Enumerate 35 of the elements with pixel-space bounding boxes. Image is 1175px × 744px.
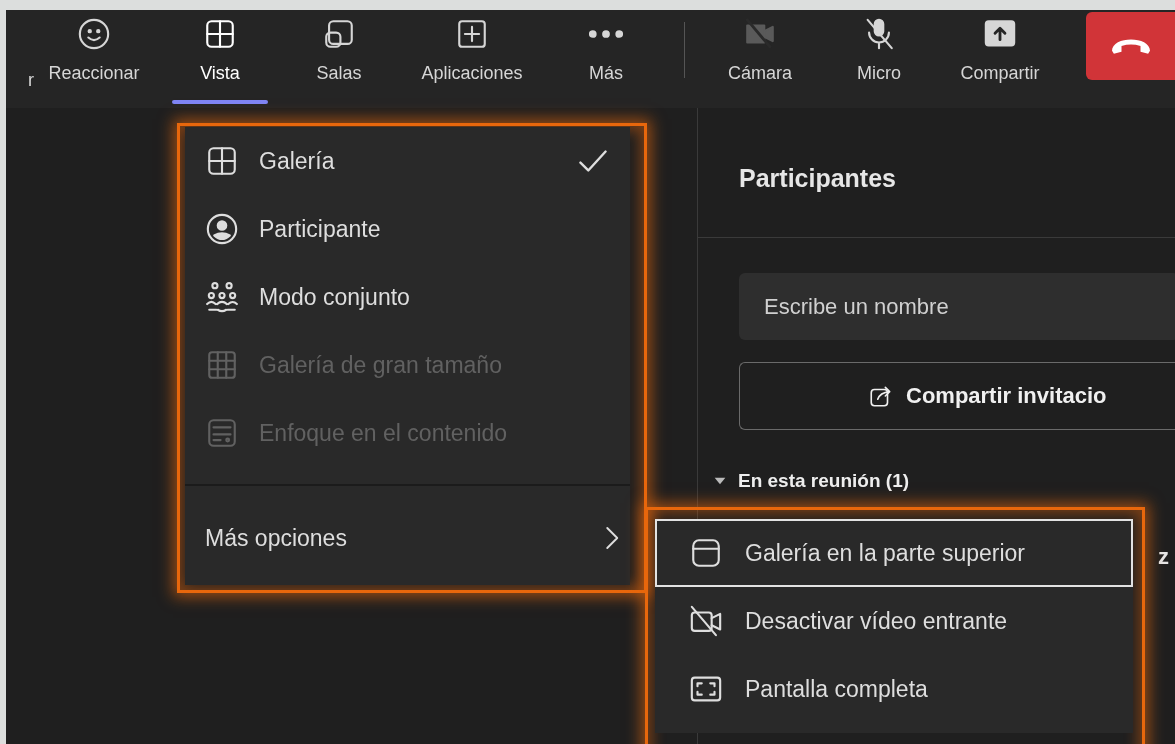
toolbar-button[interactable]: Vista [154,10,286,108]
person-icon [205,212,239,246]
gallery-top-icon [689,536,723,570]
toolbar-button[interactable]: Micro [812,10,946,108]
grid-icon [203,17,237,51]
toolbar-button[interactable]: Aplicaciones [392,10,552,108]
menu-item[interactable]: Pantalla completa [655,655,1133,723]
content-icon [205,416,239,450]
menu-item[interactable]: Galería [185,127,630,195]
grid-icon [205,144,239,178]
search-field[interactable]: Escribe un nombre [739,273,1175,340]
menu-item[interactable]: Desactivar vídeo entrante [655,587,1133,655]
toolbar-button[interactable]: Salas [286,10,392,108]
rooms-icon [322,17,356,51]
add-app-icon [455,17,489,51]
panel-title: Participantes [739,164,896,193]
large-grid-icon [205,348,239,382]
toolbar-label: r [27,69,34,92]
toolbar-button[interactable]: Reaccionar [34,10,154,108]
menu-item[interactable]: Más opciones [185,486,630,590]
group-icon [205,280,239,314]
menu-item[interactable]: Galería en la parte superior [655,519,1133,587]
video-off-icon [689,604,723,638]
menu-item[interactable]: Modo conjunto [185,263,630,331]
participant-name: z [1158,544,1169,570]
hang-up-button[interactable] [1086,12,1175,80]
section-header[interactable]: En esta reunión (1) [712,470,1175,492]
share-invite-button[interactable]: Compartir invitacio [739,362,1175,430]
smile-icon [77,17,111,51]
menu-item[interactable]: Participante [185,195,630,263]
phone-icon [1111,38,1150,54]
toolbar-button[interactable]: Más [552,10,660,108]
more-icon [589,30,623,38]
toolbar-button[interactable]: Compartir [946,10,1054,108]
toolbar-button[interactable]: Cámara [708,10,812,108]
